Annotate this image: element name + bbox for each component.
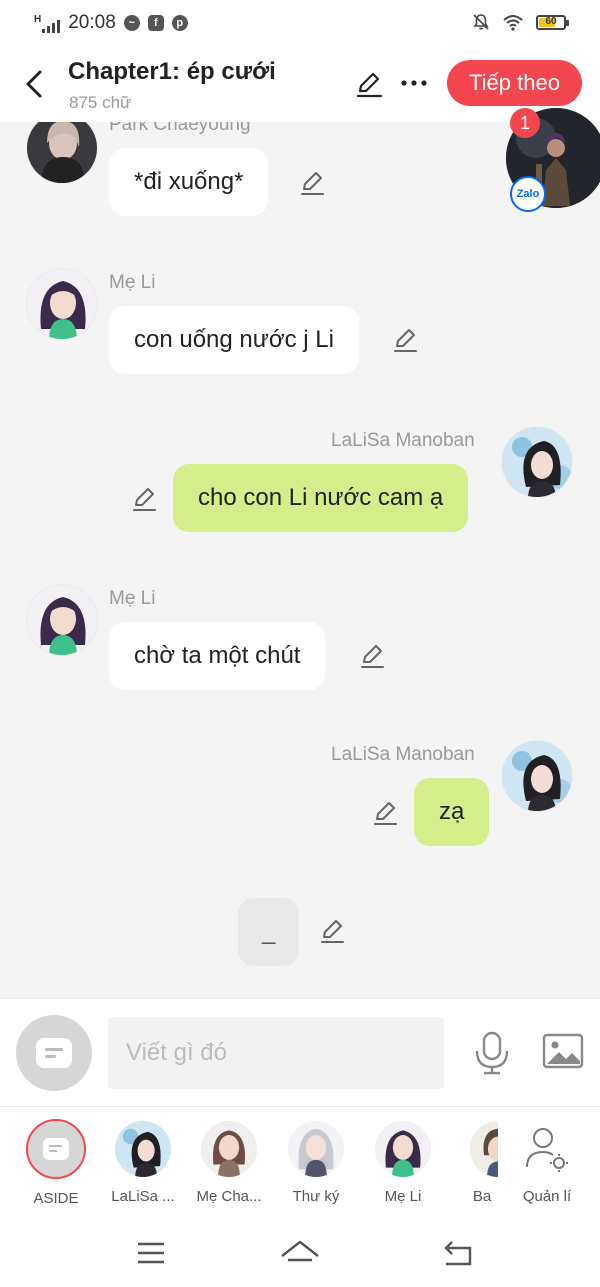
character-bar: ASIDE LaLiSa ... Mẹ Cha... Thư ký Mẹ Li … xyxy=(0,1106,600,1218)
character-avatar xyxy=(470,1121,498,1177)
image-icon[interactable] xyxy=(542,1033,584,1069)
edit-message-icon[interactable] xyxy=(358,642,386,670)
avatar-lalisa[interactable] xyxy=(501,740,573,812)
character-aside[interactable]: ASIDE xyxy=(16,1119,96,1207)
status-bar: H 20:08 ~ f p 60 xyxy=(0,0,600,46)
edit-message-icon[interactable] xyxy=(318,917,346,945)
character-avatar xyxy=(201,1121,257,1177)
character-label: Mẹ Cha... xyxy=(196,1188,262,1205)
avatar-me-li[interactable] xyxy=(26,584,98,656)
battery-icon: 60 xyxy=(536,14,569,30)
narration-bubble[interactable]: _ xyxy=(238,898,300,966)
sender-name: Mẹ Li xyxy=(109,588,156,609)
battery-label: 60 xyxy=(545,15,557,27)
aside-icon xyxy=(26,1119,86,1179)
character-me-chaeyoung[interactable]: Mẹ Cha... xyxy=(189,1121,269,1205)
character-label: ASIDE xyxy=(33,1190,79,1207)
messenger-icon: ~ xyxy=(123,15,140,31)
edit-message-icon[interactable] xyxy=(298,169,326,197)
sender-name: LaLiSa Manoban xyxy=(331,744,475,765)
sender-name: LaLiSa Manoban xyxy=(331,430,475,451)
message-input[interactable] xyxy=(108,1017,444,1089)
character-avatar xyxy=(375,1121,431,1177)
system-nav-bar xyxy=(0,1218,600,1287)
aside-icon xyxy=(36,1038,72,1068)
more-options-icon[interactable] xyxy=(399,73,429,93)
microphone-icon[interactable] xyxy=(472,1031,512,1075)
menu-icon[interactable] xyxy=(130,1236,170,1270)
manage-user-icon xyxy=(526,1128,568,1172)
manage-characters-button[interactable]: Quản lí xyxy=(507,1121,587,1205)
status-right: 60 xyxy=(472,13,569,31)
word-count: 875 chữ xyxy=(69,93,132,112)
character-lalisa[interactable]: LaLiSa ... xyxy=(103,1121,183,1205)
signal-indicator: H xyxy=(34,13,61,33)
back-arrow-icon[interactable] xyxy=(20,66,50,102)
chat-message: _ xyxy=(0,896,600,966)
avatar-lalisa[interactable] xyxy=(501,426,573,498)
message-bubble[interactable]: zạ xyxy=(414,778,490,846)
character-label: LaLiSa ... xyxy=(111,1188,175,1205)
avatar-me-li[interactable] xyxy=(26,268,98,340)
chat-message: Mẹ Li con uống nước j Li xyxy=(0,268,600,378)
message-bubble[interactable]: cho con Li nước cam ạ xyxy=(173,464,469,532)
character-me-li[interactable]: Mẹ Li xyxy=(363,1121,443,1205)
back-nav-icon[interactable] xyxy=(438,1236,478,1270)
chapter-title: Chapter1: ép cưới xyxy=(68,58,276,85)
sender-name: Mẹ Li xyxy=(109,272,156,293)
aside-toggle-button[interactable] xyxy=(16,1015,92,1091)
character-label: Quản lí xyxy=(522,1188,572,1205)
notification-badge: 1 xyxy=(510,108,540,138)
next-chapter-button[interactable]: Tiếp theo xyxy=(447,60,582,106)
zalo-icon: Zalo xyxy=(510,176,546,212)
status-left: H 20:08 ~ f p xyxy=(34,12,188,34)
character-label: Thư ký xyxy=(292,1188,340,1205)
character-avatar xyxy=(288,1121,344,1177)
message-bubble[interactable]: con uống nước j Li xyxy=(109,306,359,374)
message-bubble[interactable]: *đi xuống* xyxy=(109,148,269,216)
message-bubble[interactable]: chờ ta một chút xyxy=(109,622,326,690)
composer-bar xyxy=(0,998,600,1106)
edit-title-icon[interactable] xyxy=(354,69,384,99)
edit-message-icon[interactable] xyxy=(371,799,399,827)
character-avatar xyxy=(115,1121,171,1177)
character-thu-ky[interactable]: Thư ký xyxy=(276,1121,356,1205)
bell-off-icon xyxy=(473,14,489,30)
avatar-park-chaeyoung[interactable] xyxy=(26,122,98,184)
sender-name: Park Chaeyoung xyxy=(109,122,251,135)
pinterest-icon: p xyxy=(171,15,188,31)
chat-message: LaLiSa Manoban zạ xyxy=(0,740,600,850)
floating-chat-head[interactable]: 1 Zalo xyxy=(506,108,600,212)
wifi-icon xyxy=(503,15,523,31)
edit-message-icon[interactable] xyxy=(391,326,419,354)
chat-message: Mẹ Li chờ ta một chút xyxy=(0,584,600,694)
chat-message: LaLiSa Manoban cho con Li nước cam ạ xyxy=(0,426,600,536)
edit-message-icon[interactable] xyxy=(130,485,158,513)
chat-area[interactable]: Park Chaeyoung *đi xuống* Mẹ Li con uống… xyxy=(0,122,600,998)
network-type: H xyxy=(34,13,42,25)
signal-icon xyxy=(42,17,61,33)
status-time: 20:08 xyxy=(68,12,116,33)
home-icon[interactable] xyxy=(280,1236,320,1270)
character-label: Mẹ Li xyxy=(384,1188,422,1205)
facebook-icon: f xyxy=(147,15,164,31)
